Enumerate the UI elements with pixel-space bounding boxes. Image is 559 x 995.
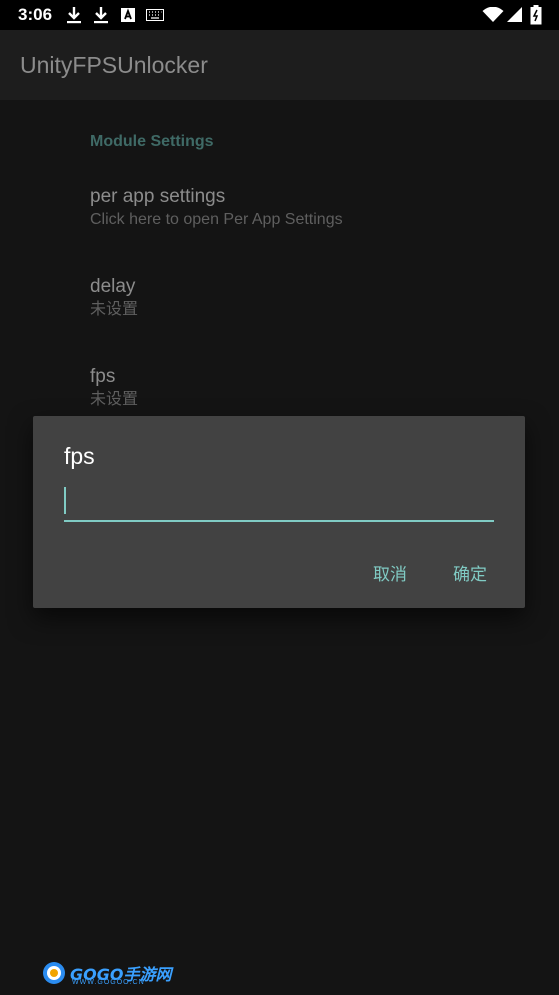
pref-title: per app settings bbox=[90, 186, 226, 207]
download-icon bbox=[67, 7, 81, 24]
text-cursor bbox=[64, 487, 66, 514]
watermark-url: WWW.GOGOO.CN bbox=[72, 979, 145, 986]
pref-delay[interactable]: delay 未设置 bbox=[90, 275, 138, 321]
status-time: 3:06 bbox=[18, 5, 53, 24]
pref-summary: 未设置 bbox=[90, 391, 139, 408]
keyboard-icon bbox=[146, 9, 164, 21]
cancel-button[interactable]: 取消 bbox=[373, 560, 407, 585]
pref-fps[interactable]: fps 未设置 bbox=[90, 365, 138, 411]
pref-summary: 未设置 bbox=[90, 301, 139, 318]
fps-dialog: fps 取消 确定 bbox=[33, 416, 525, 608]
pref-per-app-settings[interactable]: per app settings Click here to open Per … bbox=[90, 185, 343, 231]
a-box-icon bbox=[121, 8, 135, 22]
dialog-title: fps bbox=[64, 443, 95, 469]
signal-icon bbox=[507, 7, 522, 22]
pref-title: delay bbox=[90, 276, 136, 297]
app-title: UnityFPSUnlocker bbox=[20, 52, 208, 78]
ok-button[interactable]: 确定 bbox=[453, 560, 487, 585]
app-bar: UnityFPSUnlocker bbox=[0, 30, 559, 100]
wifi-icon bbox=[482, 7, 504, 22]
category-header: Module Settings bbox=[90, 133, 214, 150]
pref-title: fps bbox=[90, 366, 116, 387]
download-icon bbox=[94, 7, 108, 24]
fps-input[interactable] bbox=[64, 484, 494, 522]
battery-icon bbox=[530, 5, 542, 25]
status-bar: 3:06 bbox=[0, 0, 559, 30]
pref-summary: Click here to open Per App Settings bbox=[90, 211, 343, 228]
